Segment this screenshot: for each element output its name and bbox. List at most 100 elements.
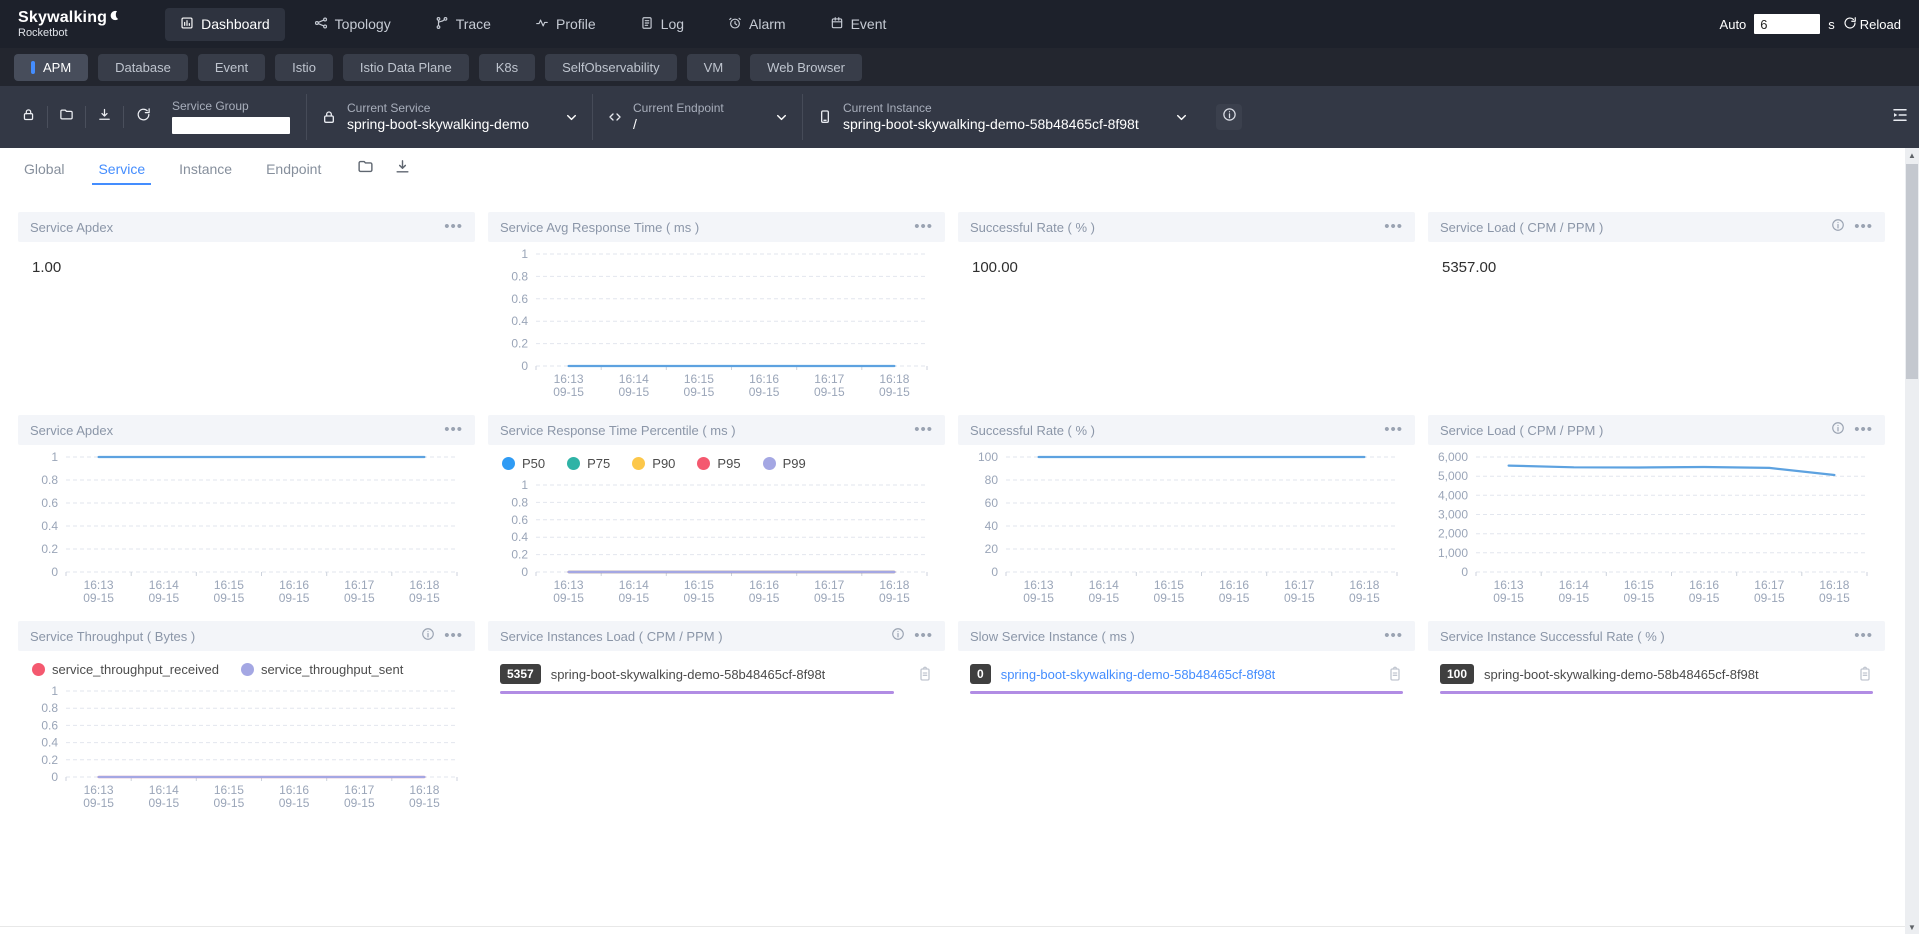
nav-item-profile[interactable]: Profile — [520, 8, 611, 41]
collapse-panel-button[interactable] — [1891, 106, 1909, 129]
instance-list-item[interactable]: 5357 spring-boot-skywalking-demo-58b4846… — [500, 664, 933, 684]
info-circle-icon[interactable] — [891, 627, 905, 646]
dashboard-tab-selfobservability[interactable]: SelfObservability — [545, 54, 677, 81]
card-service-load-chart: Service Load ( CPM / PPM ) ••• 01,0002,0… — [1428, 415, 1885, 608]
copy-icon[interactable] — [1387, 666, 1403, 682]
copy-icon[interactable] — [1857, 666, 1873, 682]
nav-item-alarm[interactable]: Alarm — [713, 8, 801, 41]
card-menu-button[interactable]: ••• — [1384, 222, 1403, 232]
dashboard-tab-event[interactable]: Event — [198, 54, 265, 81]
card-menu-button[interactable]: ••• — [914, 631, 933, 641]
card-menu-button[interactable]: ••• — [1854, 425, 1873, 435]
svg-text:16:15: 16:15 — [214, 578, 244, 592]
percentile-chart[interactable]: 00.20.40.60.8116:1309-1516:1409-1516:150… — [488, 473, 945, 608]
svg-text:0: 0 — [1461, 565, 1468, 579]
card-menu-button[interactable]: ••• — [444, 425, 463, 435]
legend-item[interactable]: service_throughput_received — [32, 662, 219, 677]
dashboard-tab-apm[interactable]: APM — [14, 54, 88, 81]
dashboard-tab-database[interactable]: Database — [98, 54, 188, 81]
legend-item[interactable]: service_throughput_sent — [241, 662, 403, 677]
service-apdex-chart[interactable]: 00.20.40.60.8116:1309-1516:1409-1516:150… — [18, 445, 475, 608]
nav-item-dashboard[interactable]: Dashboard — [165, 8, 285, 41]
legend-item[interactable]: P90 — [632, 456, 675, 471]
info-circle-icon[interactable] — [1831, 218, 1845, 237]
card-menu-button[interactable]: ••• — [1854, 222, 1873, 232]
nav-item-topology[interactable]: Topology — [299, 8, 406, 41]
successful-rate-chart[interactable]: 02040608010016:1309-1516:1409-1516:1509-… — [958, 445, 1415, 608]
card-menu-button[interactable]: ••• — [914, 222, 933, 232]
auto-interval-input[interactable] — [1754, 14, 1820, 34]
current-service-dropdown[interactable]: Current Service spring-boot-skywalking-d… — [306, 94, 592, 140]
export-icon[interactable] — [394, 158, 411, 180]
card-successful-rate-value: Successful Rate ( % ) ••• 100.00 — [958, 212, 1415, 402]
svg-text:09-15: 09-15 — [1493, 591, 1524, 605]
legend-item[interactable]: P50 — [502, 456, 545, 471]
svg-text:09-15: 09-15 — [879, 385, 910, 399]
svg-text:16:14: 16:14 — [149, 578, 179, 592]
instance-load-bar — [970, 691, 1403, 694]
instance-list-item[interactable]: 0 spring-boot-skywalking-demo-58b48465cf… — [970, 664, 1403, 684]
throughput-chart[interactable]: 00.20.40.60.8116:1309-1516:1409-1516:150… — [18, 679, 475, 813]
legend-item[interactable]: P95 — [697, 456, 740, 471]
dashboard-tab-vm[interactable]: VM — [687, 54, 741, 81]
tab-instance[interactable]: Instance — [177, 151, 234, 187]
scrollbar-thumb[interactable] — [1906, 164, 1918, 379]
svg-text:16:17: 16:17 — [1754, 578, 1784, 592]
nav-item-log[interactable]: Log — [625, 8, 699, 41]
tab-global[interactable]: Global — [22, 151, 66, 187]
copy-icon[interactable] — [917, 666, 933, 682]
scroll-up-arrow[interactable]: ▲ — [1905, 148, 1919, 162]
svg-text:09-15: 09-15 — [1284, 591, 1315, 605]
info-circle-icon[interactable] — [1831, 421, 1845, 440]
svg-text:16:16: 16:16 — [1689, 578, 1719, 592]
svg-text:1: 1 — [51, 450, 58, 464]
instance-name-link[interactable]: spring-boot-skywalking-demo-58b48465cf-8… — [1001, 667, 1276, 682]
refresh-template-button[interactable] — [124, 106, 162, 128]
svg-text:09-15: 09-15 — [344, 591, 375, 605]
template-folder-button[interactable] — [48, 106, 86, 128]
svg-text:09-15: 09-15 — [1154, 591, 1185, 605]
toolbar-info-button[interactable] — [1216, 104, 1242, 130]
current-service-value: spring-boot-skywalking-demo — [347, 116, 529, 134]
app-logo[interactable]: Skywalking Rocketbot — [18, 9, 121, 40]
folder-icon[interactable] — [357, 158, 374, 180]
tab-endpoint[interactable]: Endpoint — [264, 151, 323, 187]
card-menu-button[interactable]: ••• — [444, 222, 463, 232]
svg-text:16:15: 16:15 — [684, 578, 714, 592]
percentile-legend[interactable]: P50 P75 P90 P95 P99 — [488, 445, 945, 473]
svg-text:09-15: 09-15 — [553, 591, 584, 605]
card-menu-button[interactable]: ••• — [1854, 631, 1873, 641]
legend-item[interactable]: P99 — [763, 456, 806, 471]
instance-list-item[interactable]: 100 spring-boot-skywalking-demo-58b48465… — [1440, 664, 1873, 684]
current-endpoint-dropdown[interactable]: Current Endpoint / — [592, 94, 802, 140]
service-group-input[interactable] — [172, 117, 290, 134]
card-service-avg-response-time: Service Avg Response Time ( ms ) ••• 00.… — [488, 212, 945, 402]
svg-text:16:16: 16:16 — [749, 372, 779, 386]
scroll-down-arrow[interactable]: ▼ — [1905, 920, 1919, 934]
throughput-legend[interactable]: service_throughput_received service_throu… — [18, 651, 475, 679]
legend-item[interactable]: P75 — [567, 456, 610, 471]
export-template-button[interactable] — [86, 106, 124, 128]
avg-response-time-chart[interactable]: 00.20.40.60.8116:1309-1516:1409-1516:150… — [488, 242, 945, 402]
card-menu-button[interactable]: ••• — [914, 425, 933, 435]
info-circle-icon[interactable] — [421, 627, 435, 646]
card-menu-button[interactable]: ••• — [444, 631, 463, 641]
dashboard-tab-k8s[interactable]: K8s — [479, 54, 535, 81]
tab-service[interactable]: Service — [96, 151, 147, 187]
service-load-chart[interactable]: 01,0002,0003,0004,0005,0006,00016:1309-1… — [1428, 445, 1885, 608]
svg-text:5,000: 5,000 — [1438, 469, 1468, 483]
svg-text:09-15: 09-15 — [83, 591, 114, 605]
reload-button[interactable]: Reload — [1843, 16, 1901, 33]
card-menu-button[interactable]: ••• — [1384, 631, 1403, 641]
svg-text:16:14: 16:14 — [619, 372, 649, 386]
nav-item-event[interactable]: Event — [815, 8, 902, 41]
dashboard-tab-istio[interactable]: Istio — [275, 54, 333, 81]
current-instance-dropdown[interactable]: Current Instance spring-boot-skywalking-… — [802, 94, 1202, 140]
dashboard-tab-istio-data-plane[interactable]: Istio Data Plane — [343, 54, 469, 81]
nav-item-trace[interactable]: Trace — [420, 8, 506, 41]
dashboard-tab-web-browser[interactable]: Web Browser — [750, 54, 862, 81]
card-menu-button[interactable]: ••• — [1384, 425, 1403, 435]
svg-text:0.4: 0.4 — [511, 530, 528, 544]
vertical-scrollbar[interactable]: ▲ ▼ — [1905, 148, 1919, 934]
lock-template-button[interactable] — [10, 106, 48, 128]
